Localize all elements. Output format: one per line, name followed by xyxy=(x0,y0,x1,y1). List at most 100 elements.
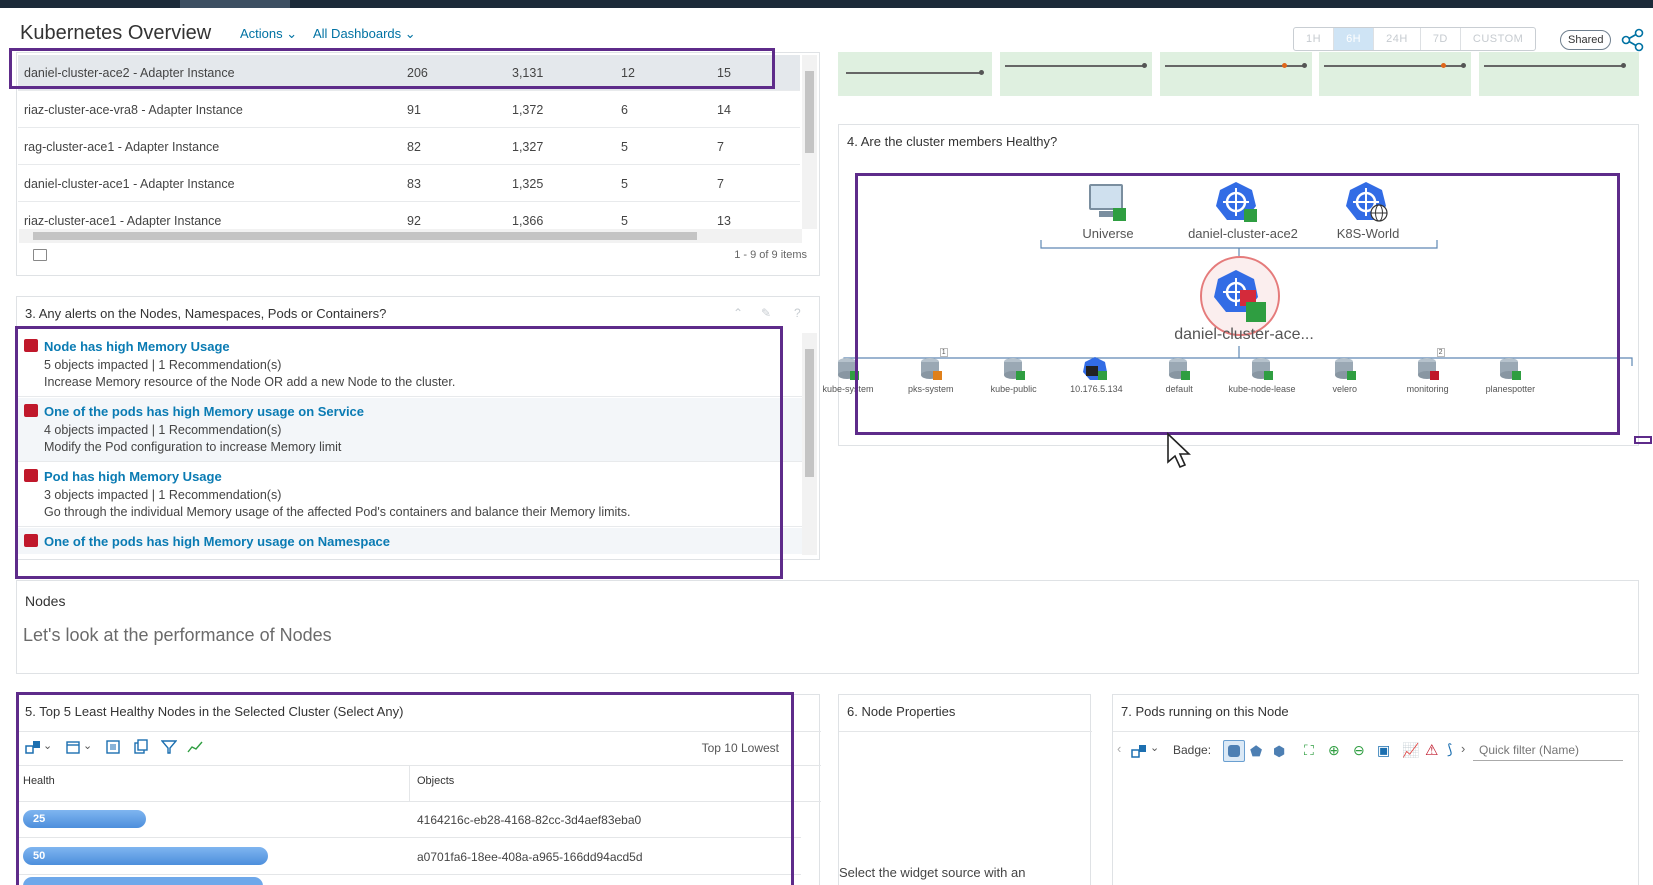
top-lowest-selector[interactable]: Top 10 Lowest xyxy=(702,741,779,755)
collapse-icon[interactable]: ⌃ xyxy=(733,306,743,320)
chart-icon[interactable]: 📈 xyxy=(1402,742,1419,759)
sparkline-tile[interactable] xyxy=(1479,52,1639,96)
chevron-down-icon: ⌄ xyxy=(286,26,298,41)
child-node-label: planespotter xyxy=(1485,384,1536,394)
sparkline-tile[interactable] xyxy=(1319,52,1471,96)
quick-filter-input[interactable] xyxy=(1473,739,1623,761)
section-subheading: Let's look at the performance of Nodes xyxy=(23,625,332,645)
child-node-10-176-5-134[interactable]: 10.176.5.134 xyxy=(1051,356,1141,396)
panel-title: 5. Top 5 Least Healthy Nodes in the Sele… xyxy=(25,704,404,719)
time-range-1h[interactable]: 1H xyxy=(1294,28,1335,50)
alerts-panel: 3. Any alerts on the Nodes, Namespaces, … xyxy=(16,296,820,560)
actions-menu[interactable]: Actions ⌄ xyxy=(240,26,297,42)
calendar-icon[interactable] xyxy=(65,739,81,755)
all-dashboards-menu[interactable]: All Dashboards ⌄ xyxy=(313,26,416,42)
table-row[interactable]: rag-cluster-ace1 - Adapter Instance 82 1… xyxy=(18,129,800,165)
child-node-label: velero xyxy=(1332,384,1358,394)
chevron-right-icon[interactable]: › xyxy=(1461,741,1465,756)
dashboard-icon[interactable] xyxy=(105,739,121,755)
chevron-left-icon[interactable]: ‹ xyxy=(1117,741,1121,756)
zoom-out-icon[interactable]: ⊖ xyxy=(1353,742,1365,759)
copy-icon[interactable] xyxy=(133,739,149,755)
alert-item[interactable]: One of the pods has high Memory usage on… xyxy=(18,528,802,554)
badge-label: Badge: xyxy=(1173,743,1212,757)
alert-item[interactable]: Node has high Memory Usage 5 objects imp… xyxy=(18,333,802,397)
time-range-24h[interactable]: 24H xyxy=(1374,28,1421,50)
table-row[interactable]: 25 4164216c-eb28-4168-82cc-3d4aef83eba0 xyxy=(17,802,801,838)
namespace-icon xyxy=(835,356,861,385)
child-node-pks-system[interactable]: 1 pks-system xyxy=(886,348,976,396)
panel-title: 6. Node Properties xyxy=(847,704,956,719)
hierarchy-icon[interactable] xyxy=(1131,743,1147,759)
filter-path-icon[interactable]: ⟆ xyxy=(1447,741,1452,758)
chevron-down-icon[interactable]: ⌄ xyxy=(43,739,52,752)
sparkline-tile[interactable] xyxy=(838,52,992,96)
column-header-health[interactable]: Health xyxy=(23,775,55,787)
kubernetes-icon[interactable] xyxy=(1216,180,1260,224)
fit-screen-icon[interactable]: ⛶ xyxy=(1304,742,1314,759)
critical-alert-icon xyxy=(24,404,38,417)
namespace-icon xyxy=(1249,356,1275,385)
namespace-icon xyxy=(1332,356,1358,385)
chevron-down-icon[interactable]: ⌄ xyxy=(83,739,92,752)
badge-risk-icon[interactable]: ⬟ xyxy=(1250,743,1262,760)
chevron-down-icon[interactable]: ⌄ xyxy=(1150,741,1159,754)
kubernetes-world-icon[interactable] xyxy=(1346,180,1390,224)
child-node-planespotter[interactable]: planespotter xyxy=(1465,356,1555,396)
dashboard-icon[interactable]: ▣ xyxy=(1377,742,1390,759)
badge-health-button[interactable] xyxy=(1223,740,1245,762)
alert-item[interactable]: One of the pods has high Memory usage on… xyxy=(18,398,802,462)
panel-title: 3. Any alerts on the Nodes, Namespaces, … xyxy=(25,306,387,321)
pods-panel: 7. Pods running on this Node ‹ ⌄ Badge: … xyxy=(1112,694,1640,885)
table-row[interactable]: daniel-cluster-ace2 - Adapter Instance 2… xyxy=(18,55,800,91)
child-node-default[interactable]: default xyxy=(1134,356,1224,396)
chevron-down-icon: ⌄ xyxy=(404,26,416,41)
mouse-cursor-icon xyxy=(1167,432,1191,469)
alert-icon[interactable]: ⚠ xyxy=(1425,741,1438,759)
namespace-icon xyxy=(1083,356,1109,385)
panel-title: 7. Pods running on this Node xyxy=(1121,704,1289,719)
child-node-label: kube-node-lease xyxy=(1228,384,1296,394)
child-node-kube-public[interactable]: kube-public xyxy=(969,356,1059,396)
horizontal-scrollbar[interactable] xyxy=(19,229,802,243)
child-node-label: 10.176.5.134 xyxy=(1070,384,1123,394)
column-header-objects[interactable]: Objects xyxy=(417,775,454,787)
node-properties-panel: 6. Node Properties Select the widget sou… xyxy=(838,694,1092,885)
sparkline-tile[interactable] xyxy=(1000,52,1152,96)
node-label-k8s-world: K8S-World xyxy=(1336,226,1400,241)
table-row[interactable]: riaz-cluster-ace-vra8 - Adapter Instance… xyxy=(18,92,800,128)
badge-efficiency-icon[interactable]: ⬢ xyxy=(1273,743,1285,760)
time-range-custom[interactable]: CUSTOM xyxy=(1461,28,1535,50)
child-node-monitoring[interactable]: 2 monitoring xyxy=(1383,348,1473,396)
table-row[interactable]: daniel-cluster-ace1 - Adapter Instance 8… xyxy=(18,166,800,202)
shared-badge[interactable]: Shared xyxy=(1560,30,1612,50)
monitor-icon[interactable] xyxy=(1085,180,1129,224)
child-count-badge: 1 xyxy=(939,348,948,357)
sparkline-tile[interactable] xyxy=(1160,52,1312,96)
chart-icon[interactable] xyxy=(187,739,203,755)
table-row[interactable]: 50 a0701fa6-18ee-408a-a965-166dd94acd5d xyxy=(17,839,801,875)
time-range-6h[interactable]: 6H xyxy=(1334,28,1375,50)
namespace-icon xyxy=(1497,356,1523,385)
filter-icon[interactable] xyxy=(161,739,177,755)
namespace-icon xyxy=(1001,356,1027,385)
child-node-label: monitoring xyxy=(1406,384,1449,394)
child-node-velero[interactable]: velero xyxy=(1300,356,1390,396)
selected-node-ring[interactable] xyxy=(1200,256,1280,336)
vertical-scrollbar[interactable] xyxy=(802,55,817,229)
table-row[interactable]: riaz-cluster-ace1 - Adapter Instance 92 … xyxy=(18,203,800,229)
child-node-label: default xyxy=(1165,384,1193,394)
child-node-kube-node-lease[interactable]: kube-node-lease xyxy=(1217,356,1307,396)
alert-item[interactable]: Pod has high Memory Usage 3 objects impa… xyxy=(18,463,802,527)
top-nav-bar xyxy=(0,0,1653,8)
help-icon[interactable]: ? xyxy=(794,306,801,320)
child-node-kube-system[interactable]: kube-system xyxy=(803,356,893,396)
health-bar: 50 xyxy=(23,847,268,865)
edit-icon[interactable]: ✎ xyxy=(761,306,771,320)
resize-handle[interactable] xyxy=(1634,436,1652,444)
time-range-7d[interactable]: 7D xyxy=(1421,28,1461,50)
zoom-in-icon[interactable]: ⊕ xyxy=(1328,742,1340,759)
hierarchy-icon[interactable] xyxy=(25,739,41,755)
share-icon[interactable] xyxy=(1619,26,1647,54)
column-toggle-icon[interactable] xyxy=(33,249,47,261)
